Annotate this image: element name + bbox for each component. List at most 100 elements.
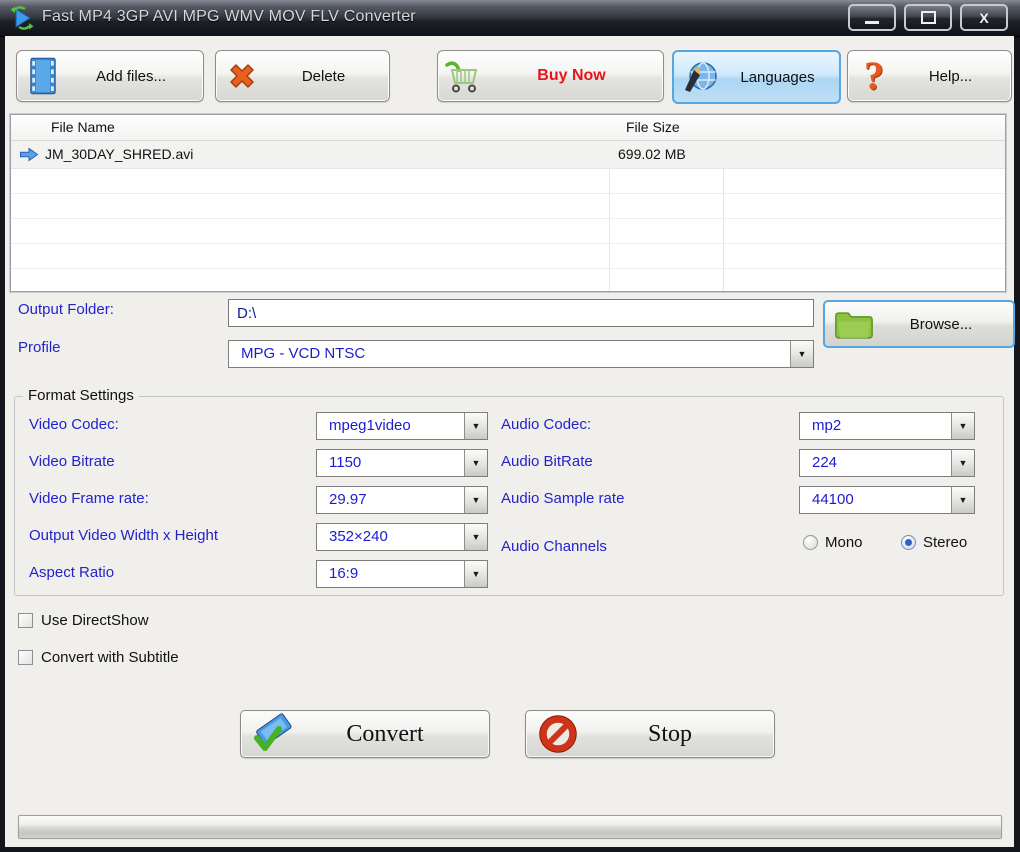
- dropdown-button[interactable]: ▼: [464, 524, 487, 550]
- checkbox-icon: [18, 613, 33, 628]
- empty-row: [11, 218, 1005, 244]
- empty-row: [11, 168, 1005, 194]
- chevron-down-icon: ▼: [797, 348, 807, 359]
- maximize-icon: [920, 11, 936, 24]
- audio-codec-select[interactable]: mp2 ▼: [799, 412, 975, 440]
- delete-x-icon: [216, 57, 268, 95]
- profile-label: Profile: [18, 339, 61, 356]
- close-button[interactable]: X: [960, 4, 1008, 31]
- output-size-value: 352×240: [329, 528, 388, 545]
- folder-icon: [825, 308, 883, 341]
- buy-now-button[interactable]: Buy Now: [437, 50, 664, 102]
- output-size-label: Output Video Width x Height: [29, 527, 218, 544]
- chevron-down-icon: ▼: [958, 494, 968, 505]
- window-body: Add files... Delete Buy Now Languages ? …: [5, 36, 1015, 847]
- maximize-button[interactable]: [904, 4, 952, 31]
- dropdown-button[interactable]: ▼: [790, 341, 813, 367]
- output-size-select[interactable]: 352×240 ▼: [316, 523, 488, 551]
- format-settings-group: Format Settings Video Codec: Video Bitra…: [14, 387, 1004, 596]
- dropdown-button[interactable]: ▼: [951, 450, 974, 476]
- buy-now-label: Buy Now: [537, 67, 606, 84]
- video-codec-select[interactable]: mpeg1video ▼: [316, 412, 488, 440]
- chevron-down-icon: ▼: [471, 457, 481, 468]
- video-codec-label: Video Codec:: [29, 416, 119, 433]
- aspect-ratio-label: Aspect Ratio: [29, 564, 115, 581]
- chevron-down-icon: ▼: [958, 457, 968, 468]
- audio-bitrate-value: 224: [812, 454, 838, 471]
- delete-label: Delete: [301, 67, 346, 85]
- window-controls: X: [848, 4, 1008, 31]
- close-icon: X: [979, 9, 989, 26]
- file-row[interactable]: JM_30DAY_SHRED.avi 699.02 MB: [11, 141, 1005, 169]
- profile-value: MPG - VCD NTSC: [241, 345, 366, 362]
- video-framerate-select[interactable]: 29.97 ▼: [316, 486, 488, 514]
- chevron-down-icon: ▼: [471, 568, 481, 579]
- languages-button[interactable]: Languages: [672, 50, 841, 104]
- video-bitrate-value: 1150: [329, 454, 362, 471]
- shopping-cart-icon: [438, 58, 490, 94]
- output-folder-label: Output Folder:: [18, 301, 114, 318]
- aspect-ratio-select[interactable]: 16:9 ▼: [316, 560, 488, 588]
- browse-button[interactable]: Browse...: [823, 300, 1015, 348]
- audio-bitrate-select[interactable]: 224 ▼: [799, 449, 975, 477]
- audio-samplerate-value: 44100: [812, 491, 854, 508]
- convert-subtitle-label: Convert with Subtitle: [41, 649, 179, 666]
- audio-samplerate-label: Audio Sample rate: [501, 490, 625, 507]
- checkbox-icon: [18, 650, 33, 665]
- video-codec-value: mpeg1video: [329, 417, 411, 434]
- mono-radio[interactable]: Mono: [803, 534, 863, 551]
- stereo-radio[interactable]: Stereo: [901, 534, 967, 551]
- video-bitrate-select[interactable]: 1150 ▼: [316, 449, 488, 477]
- audio-channels-label: Audio Channels: [501, 538, 607, 555]
- profile-select[interactable]: MPG - VCD NTSC ▼: [228, 340, 814, 368]
- column-header-file-name[interactable]: File Name: [51, 119, 115, 135]
- format-settings-legend: Format Settings: [23, 387, 139, 404]
- column-header-file-size[interactable]: File Size: [626, 119, 680, 135]
- dropdown-button[interactable]: ▼: [464, 487, 487, 513]
- use-directshow-checkbox[interactable]: Use DirectShow: [18, 612, 149, 629]
- arrow-right-icon: [20, 147, 39, 162]
- video-framerate-label: Video Frame rate:: [29, 490, 149, 507]
- empty-row: [11, 268, 1005, 291]
- app-window: Fast MP4 3GP AVI MPG WMV MOV FLV Convert…: [0, 0, 1020, 852]
- dropdown-button[interactable]: ▼: [951, 487, 974, 513]
- filmstrip-icon: [17, 56, 69, 96]
- file-size-cell: 699.02 MB: [618, 146, 686, 162]
- languages-label: Languages: [740, 68, 815, 86]
- chevron-down-icon: ▼: [471, 420, 481, 431]
- help-button[interactable]: ? Help...: [847, 50, 1012, 102]
- app-icon: [10, 6, 34, 30]
- stop-button[interactable]: Stop: [525, 710, 775, 758]
- stop-prohibition-icon: [526, 714, 590, 754]
- empty-row: [11, 243, 1005, 269]
- audio-codec-value: mp2: [812, 417, 842, 434]
- globe-pen-icon: [674, 58, 726, 96]
- audio-bitrate-label: Audio BitRate: [501, 453, 593, 470]
- minimize-button[interactable]: [848, 4, 896, 31]
- minimize-icon: [865, 20, 879, 24]
- file-list[interactable]: File Name File Size JM_30DAY_SHRED.avi 6…: [10, 114, 1006, 292]
- delete-button[interactable]: Delete: [215, 50, 390, 102]
- dropdown-button[interactable]: ▼: [464, 450, 487, 476]
- convert-subtitle-checkbox[interactable]: Convert with Subtitle: [18, 649, 179, 666]
- titlebar[interactable]: Fast MP4 3GP AVI MPG WMV MOV FLV Convert…: [0, 0, 1020, 37]
- mono-label: Mono: [825, 534, 863, 551]
- video-framerate-value: 29.97: [329, 491, 367, 508]
- window-title: Fast MP4 3GP AVI MPG WMV MOV FLV Convert…: [42, 8, 416, 25]
- file-name-cell: JM_30DAY_SHRED.avi: [45, 146, 194, 162]
- audio-samplerate-select[interactable]: 44100 ▼: [799, 486, 975, 514]
- dropdown-button[interactable]: ▼: [464, 561, 487, 587]
- progress-bar: [18, 815, 1002, 839]
- chevron-down-icon: ▼: [958, 420, 968, 431]
- dropdown-button[interactable]: ▼: [464, 413, 487, 439]
- dropdown-button[interactable]: ▼: [951, 413, 974, 439]
- use-directshow-label: Use DirectShow: [41, 612, 149, 629]
- audio-codec-label: Audio Codec:: [501, 416, 592, 433]
- question-mark-icon: ?: [864, 53, 884, 98]
- radio-checked-icon: [901, 535, 916, 550]
- output-folder-input[interactable]: [228, 299, 814, 327]
- convert-button[interactable]: Convert: [240, 710, 490, 758]
- empty-row: [11, 193, 1005, 219]
- add-files-button[interactable]: Add files...: [16, 50, 204, 102]
- stereo-label: Stereo: [923, 534, 968, 551]
